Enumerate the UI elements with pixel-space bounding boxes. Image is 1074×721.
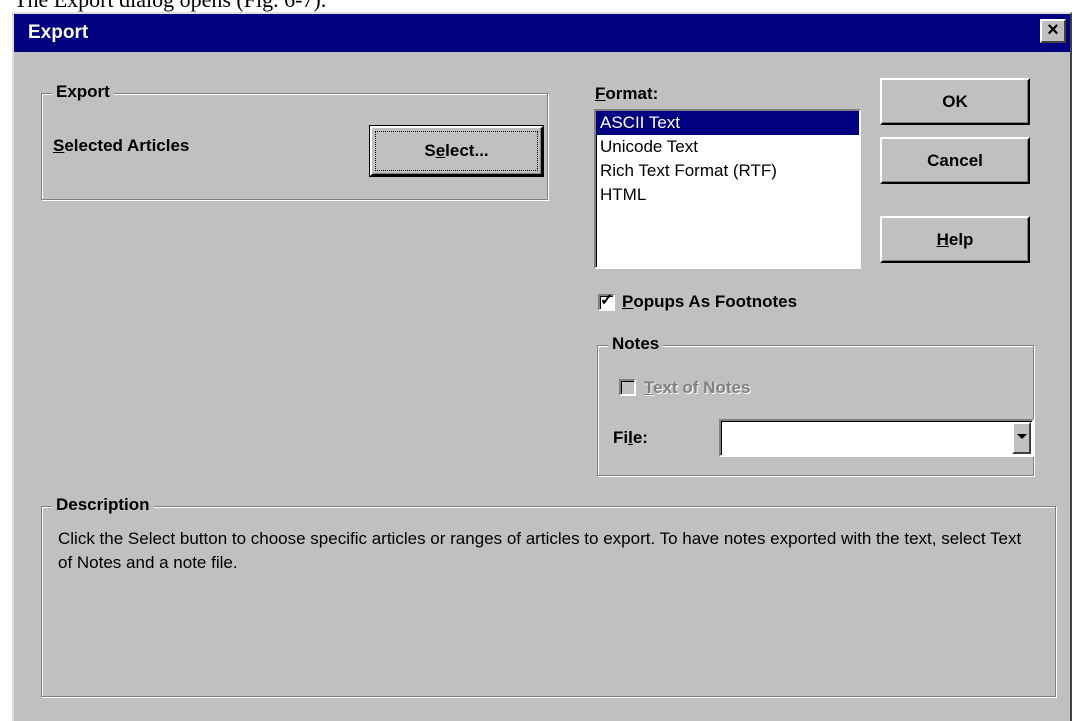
export-dialog: Export × Export Selected Articles Select… bbox=[12, 12, 1072, 721]
text-of-notes-checkbox[interactable] bbox=[619, 379, 636, 396]
notes-group-label: Notes bbox=[608, 334, 664, 354]
file-combobox[interactable] bbox=[719, 419, 1034, 457]
select-button[interactable]: Select... bbox=[370, 126, 543, 176]
format-option-rtf[interactable]: Rich Text Format (RTF) bbox=[596, 159, 859, 183]
format-listbox[interactable]: ASCII Text Unicode Text Rich Text Format… bbox=[594, 109, 861, 269]
title-bar[interactable]: Export × bbox=[14, 14, 1070, 52]
cancel-button[interactable]: Cancel bbox=[880, 137, 1030, 184]
ok-button[interactable]: OK bbox=[880, 78, 1030, 125]
dialog-title: Export bbox=[28, 22, 89, 43]
format-option-html[interactable]: HTML bbox=[596, 183, 859, 207]
selected-articles-label: Selected Articles bbox=[53, 136, 190, 155]
help-button[interactable]: Help bbox=[880, 216, 1030, 263]
format-option-ascii[interactable]: ASCII Text bbox=[596, 111, 859, 135]
file-label: File: bbox=[613, 428, 648, 447]
description-group-label: Description bbox=[52, 495, 154, 515]
format-option-unicode[interactable]: Unicode Text bbox=[596, 135, 859, 159]
export-group-label: Export bbox=[52, 82, 114, 102]
popups-label[interactable]: Popups As Footnotes bbox=[622, 292, 797, 312]
checkmark-icon: ✓ bbox=[600, 292, 614, 309]
description-text: Click the Select button to choose specif… bbox=[58, 529, 1022, 572]
format-label: Format: bbox=[595, 84, 659, 103]
description-groupbox: Description Click the Select button to c… bbox=[41, 495, 1056, 697]
dropdown-arrow-icon[interactable] bbox=[1012, 422, 1031, 454]
popups-checkbox[interactable]: ✓ bbox=[598, 292, 615, 311]
close-icon[interactable]: × bbox=[1040, 19, 1066, 43]
text-of-notes-label[interactable]: Text of Notes bbox=[644, 378, 750, 398]
selected-articles-rest: elected Articles bbox=[64, 136, 190, 155]
